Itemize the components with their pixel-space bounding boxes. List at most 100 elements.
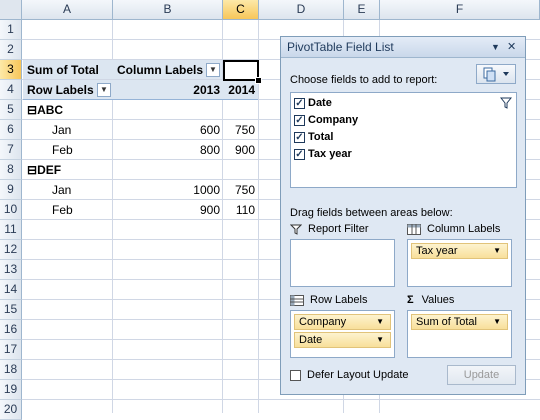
row-header[interactable]: 1 [0,20,22,40]
field-item-total[interactable]: ✓ Total [294,129,333,146]
pivot-value-cell[interactable]: 1000 [113,180,220,200]
fill-handle[interactable] [255,77,262,84]
row-header[interactable]: 17 [0,340,22,360]
pivot-column-labels[interactable]: Column Labels [117,60,203,80]
select-all-corner[interactable] [0,0,22,20]
pivot-value-cell[interactable]: 900 [113,200,220,220]
group-label: ABC [37,103,64,117]
values-area[interactable]: Sum of Total ▼ [407,310,512,358]
row-header[interactable]: 12 [0,240,22,260]
collapse-toggle-icon[interactable]: ⊟ [27,163,37,177]
pivot-row-label[interactable]: Jan [52,180,71,200]
column-header-d[interactable]: D [259,0,344,20]
pill-label: Tax year [416,245,458,257]
active-cell-c3[interactable] [223,60,259,81]
pill-label: Date [299,334,323,346]
column-header-e[interactable]: E [344,0,380,20]
area-label: Row Labels [310,294,368,306]
row-header[interactable]: 4 [0,80,22,100]
column-header-f[interactable]: F [380,0,540,20]
column-labels-heading: Column Labels [407,223,500,235]
row-header[interactable]: 5 [0,100,22,120]
defer-layout-update[interactable]: Defer Layout Update [290,369,409,381]
row-header[interactable]: 8 [0,160,22,180]
row-header[interactable]: 11 [0,220,22,240]
group-label: DEF [37,163,62,177]
values-heading: Σ Values [407,294,454,306]
row-header[interactable]: 16 [0,320,22,340]
pivot-sum-label[interactable]: Sum of Total [27,60,99,80]
column-header-a[interactable]: A [22,0,113,20]
report-filter-heading: Report Filter [289,223,369,235]
update-button[interactable]: Update [447,365,516,385]
row-labels-area[interactable]: Company ▼ Date ▼ [290,310,395,358]
field-checkbox[interactable]: ✓ [294,114,305,126]
row-header[interactable]: 18 [0,360,22,380]
row-header[interactable]: 20 [0,400,22,420]
pivot-row-label[interactable]: Feb [52,140,73,160]
field-checkbox[interactable]: ✓ [294,148,305,160]
field-item-date[interactable]: ✓ Date [294,95,332,112]
filter-funnel-icon [289,224,303,235]
field-list-box: ✓ Date ✓ Company ✓ Total ✓ Tax year [290,92,517,188]
pivot-value-cell[interactable]: 750 [223,180,255,200]
filter-funnel-icon [500,97,512,109]
pane-options-dropdown-icon[interactable]: ▼ [491,42,500,52]
field-item-company[interactable]: ✓ Company [294,112,358,129]
defer-checkbox[interactable] [290,369,301,381]
row-header[interactable]: 13 [0,260,22,280]
pane-title-bar[interactable]: PivotTable Field List ▼ ✕ [281,37,525,58]
column-field-tax-year[interactable]: Tax year ▼ [411,243,508,259]
row-header[interactable]: 7 [0,140,22,160]
pivot-year-header[interactable]: 2014 [223,80,255,100]
column-header-b[interactable]: B [113,0,223,20]
pivot-group-abc[interactable]: ⊟ABC [27,100,63,120]
pivot-value-cell[interactable]: 800 [113,140,220,160]
row-header[interactable]: 9 [0,180,22,200]
row-header[interactable]: 6 [0,120,22,140]
row-header[interactable]: 10 [0,200,22,220]
close-icon[interactable]: ✕ [507,40,516,53]
chevron-down-icon[interactable]: ▼ [376,333,384,347]
row-header[interactable]: 2 [0,40,22,60]
column-header-c[interactable]: C [223,0,259,20]
row-field-company[interactable]: Company ▼ [294,314,391,330]
column-labels-area[interactable]: Tax year ▼ [407,239,512,287]
chevron-down-icon[interactable]: ▼ [376,315,384,329]
pill-label: Company [299,316,347,328]
collapse-toggle-icon[interactable]: ⊟ [27,103,37,117]
pill-label: Sum of Total [416,316,477,328]
pivot-group-def[interactable]: ⊟DEF [27,160,61,180]
chevron-down-icon[interactable]: ▼ [493,244,501,258]
row-header[interactable]: 3 [0,60,22,80]
pivot-value-cell[interactable]: 600 [113,120,220,140]
pivot-row-labels[interactable]: Row Labels [27,80,94,100]
row-header[interactable]: 14 [0,280,22,300]
report-filter-area[interactable] [290,239,395,287]
chevron-down-icon[interactable]: ▼ [493,315,501,329]
pivot-value-cell[interactable]: 110 [223,200,255,220]
field-list-layout-button[interactable] [476,64,516,84]
field-item-tax-year[interactable]: ✓ Tax year [294,146,352,163]
field-checkbox[interactable]: ✓ [294,131,305,143]
pivot-year-header[interactable]: 2013 [113,80,220,100]
area-label: Column Labels [427,223,501,235]
pivot-row-label[interactable]: Feb [52,200,73,220]
row-labels-heading: Row Labels [290,294,367,306]
pivot-value-cell[interactable]: 750 [223,120,255,140]
gridline [22,399,540,400]
row-field-date[interactable]: Date ▼ [294,332,391,348]
row-labels-filter-icon[interactable]: ▼ [97,83,111,97]
columns-grid-icon [407,223,421,235]
pivot-value-cell[interactable]: 900 [223,140,255,160]
row-header[interactable]: 19 [0,380,22,400]
pane-title: PivotTable Field List [287,40,394,54]
field-checkbox[interactable]: ✓ [294,97,305,109]
column-labels-filter-dropdown[interactable]: ▼ [206,63,220,77]
field-label: Tax year [308,148,352,160]
value-field-sum-of-total[interactable]: Sum of Total ▼ [411,314,508,330]
drag-fields-label: Drag fields between areas below: [290,207,453,219]
field-label: Company [308,114,359,126]
row-header[interactable]: 15 [0,300,22,320]
pivot-row-label[interactable]: Jan [52,120,71,140]
